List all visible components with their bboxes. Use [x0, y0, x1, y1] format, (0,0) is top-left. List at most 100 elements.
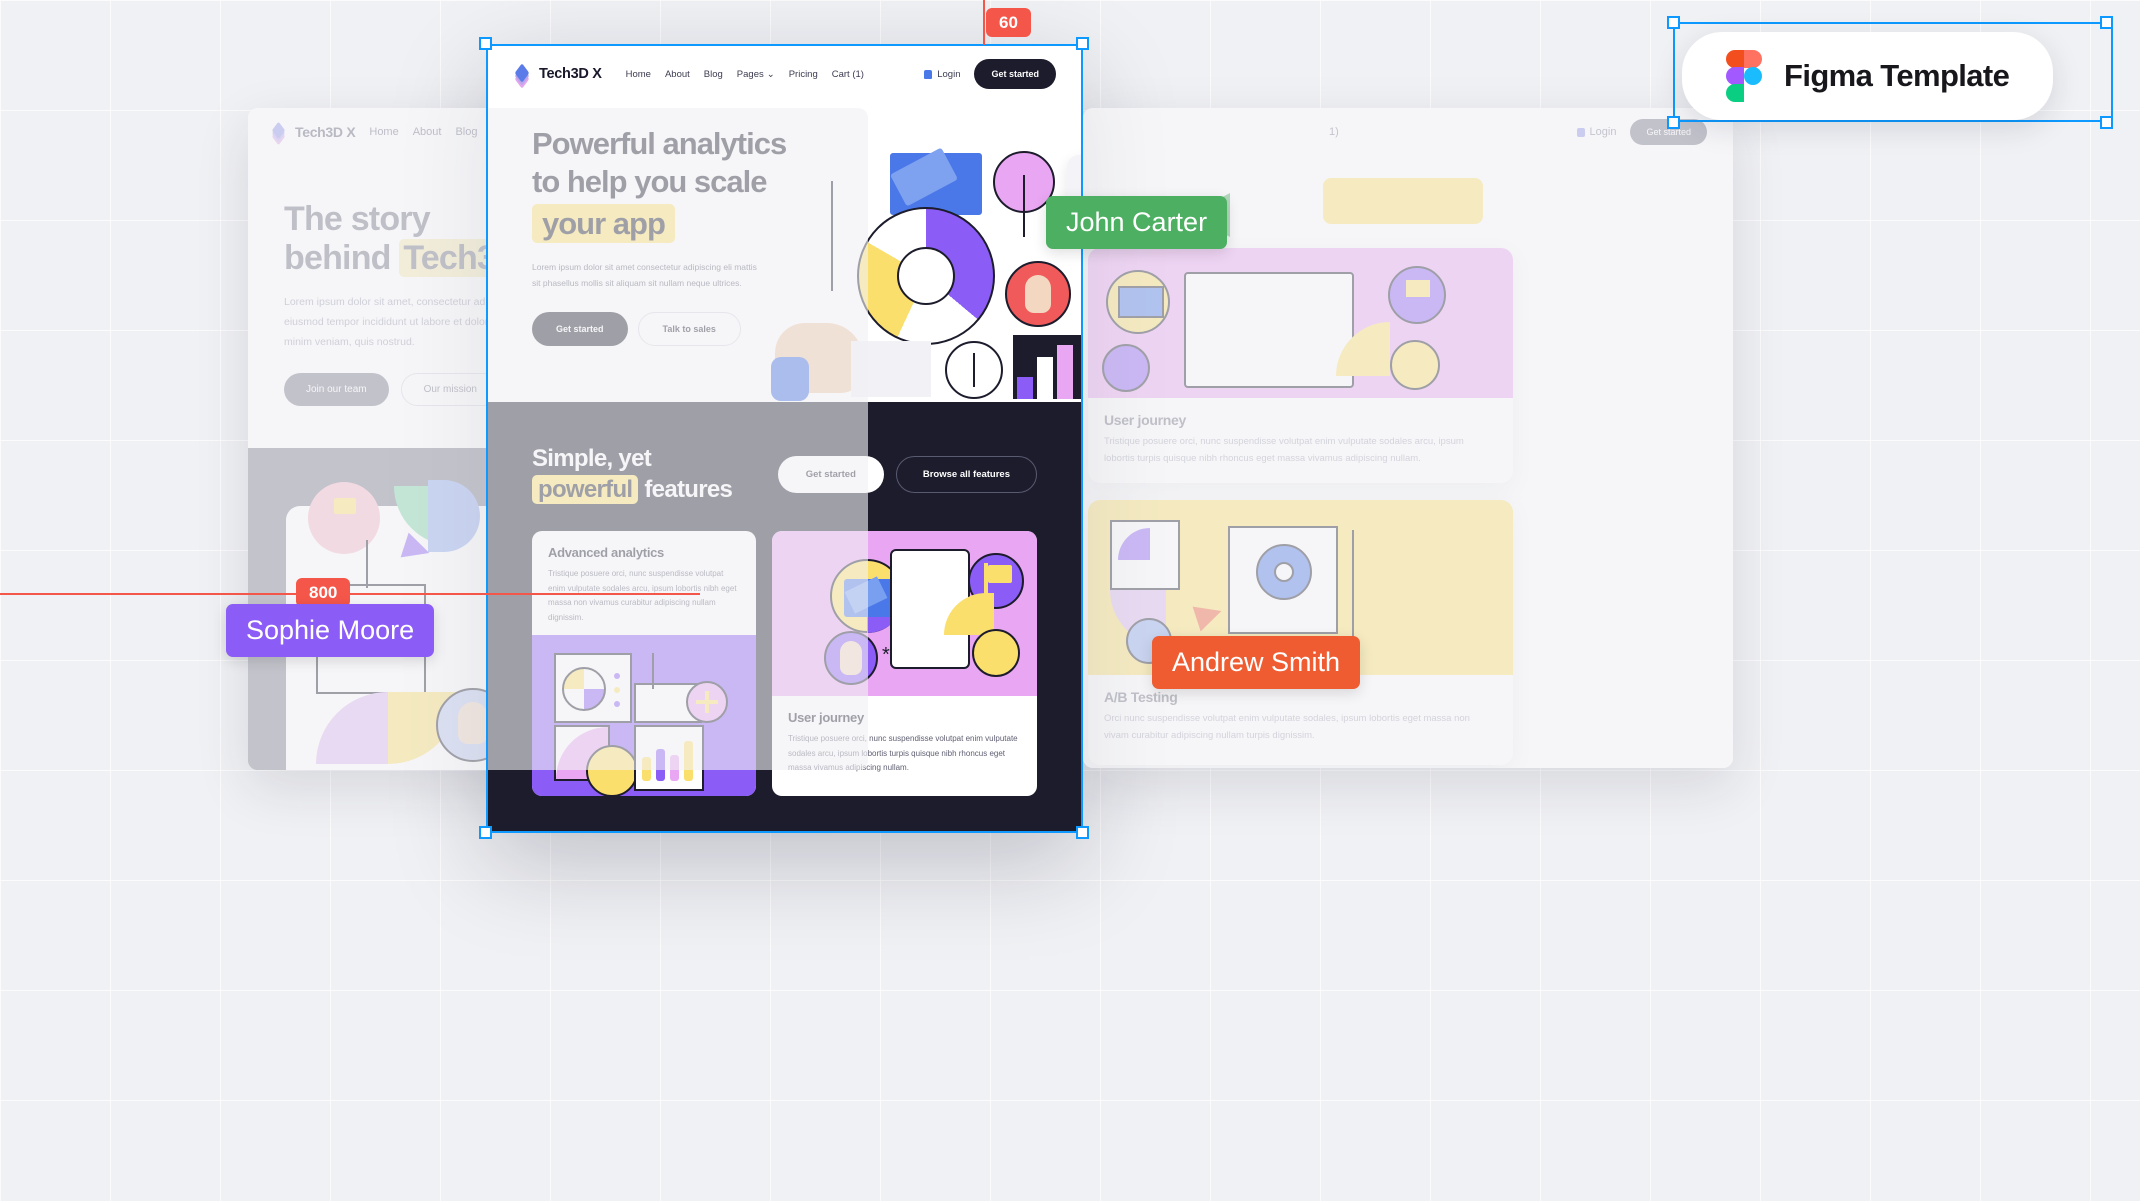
- features-heading-line1: Simple, yet: [532, 445, 652, 472]
- left-nav-home[interactable]: Home: [369, 126, 398, 138]
- selection-handle-top-left[interactable]: [479, 37, 492, 50]
- user-journey-illustration: [1088, 248, 1513, 398]
- hero-paragraph: Lorem ipsum dolor sit amet consectetur a…: [532, 262, 757, 289]
- stacked-diamond-logo-icon: [513, 63, 531, 89]
- nav-item-blog[interactable]: Blog: [704, 69, 723, 80]
- collaborator-tag-john-carter[interactable]: John Carter: [1046, 196, 1228, 250]
- bar-yellow-1: [642, 757, 651, 781]
- plus-icon-bar-v: [705, 691, 709, 713]
- browse-all-features-button[interactable]: Browse all features: [895, 456, 1037, 494]
- selection-handle-bottom-right[interactable]: [1076, 826, 1089, 839]
- document-shape: [851, 341, 931, 397]
- donut-hole-shape: [897, 247, 955, 305]
- yellow-flag-icon: [1406, 280, 1430, 297]
- feature-card-text-2: Tristique posuere orci, nunc suspendisse…: [788, 734, 1018, 773]
- figma-logo-icon: [1726, 50, 1762, 102]
- features-section: Simple, yet powerful features Get starte…: [487, 402, 1082, 832]
- collaborator-tag-sophie-moore[interactable]: Sophie Moore: [226, 604, 435, 658]
- arrow-left-circle-icon: [972, 629, 1020, 678]
- arrow-up-icon: [652, 653, 654, 689]
- main-navbar: Tech3D X Home About Blog Pages ⌄ Pricing …: [487, 45, 1082, 103]
- nav-item-about[interactable]: About: [665, 69, 690, 80]
- nav-item-cart[interactable]: Cart (1): [832, 69, 864, 80]
- bar-purple: [1017, 377, 1033, 399]
- selection-handle-top-right[interactable]: [1076, 37, 1089, 50]
- gear-hub-shape: [1274, 562, 1294, 582]
- yellow-flag-icon: [334, 498, 356, 514]
- chip-handle-bottom-left[interactable]: [1667, 116, 1680, 129]
- selected-website-frame[interactable]: Tech3D X Home About Blog Pages ⌄ Pricing …: [487, 45, 1082, 832]
- features-get-started-button[interactable]: Get started: [777, 456, 884, 494]
- main-nav-links: Home About Blog Pages ⌄ Pricing Cart (1): [626, 69, 864, 80]
- feature-card-title-1: Advanced analytics: [548, 545, 664, 561]
- chip-handle-top-left[interactable]: [1667, 16, 1680, 29]
- nav-item-home[interactable]: Home: [626, 69, 651, 80]
- left-nav-about[interactable]: About: [413, 126, 442, 138]
- right-card-navbar: 1) Login Get started: [1083, 108, 1733, 156]
- hand-cuff-shape: [771, 357, 809, 401]
- right-feature-title-2: A/B Testing: [1104, 689, 1178, 705]
- hero-get-started-button[interactable]: Get started: [532, 311, 628, 346]
- zigzag-connector: [1352, 530, 1354, 640]
- chip-handle-top-right[interactable]: [2100, 16, 2113, 29]
- feature-card-user-journey[interactable]: * User journey Tristique posuere orci, n…: [772, 531, 1037, 797]
- join-our-team-button[interactable]: Join our team: [284, 372, 389, 406]
- arrow-down-icon: [1023, 175, 1025, 237]
- avatar-circle: [1102, 344, 1150, 392]
- avatar-face-shape: [840, 641, 862, 676]
- main-nav-right: Login Get started: [924, 59, 1056, 89]
- selection-handle-bottom-left[interactable]: [479, 826, 492, 839]
- legend-dot-violet: [614, 701, 620, 707]
- feature-card-title-2: User journey: [788, 710, 864, 726]
- avatar-face-shape: [458, 702, 488, 744]
- right-login-label: Login: [1589, 126, 1617, 138]
- lilac-quarter-shape: [316, 692, 388, 764]
- arrow-up-icon: [366, 540, 368, 588]
- feature-card-text-1: Tristique posuere orci, nunc suspendisse…: [548, 569, 737, 622]
- hero-talk-to-sales-button[interactable]: Talk to sales: [637, 311, 741, 346]
- navbar-get-started-button[interactable]: Get started: [974, 59, 1056, 89]
- figma-template-chip[interactable]: Figma Template: [1682, 32, 2054, 120]
- features-heading-line2: powerful features: [532, 474, 733, 506]
- right-login-link[interactable]: Login: [1576, 126, 1617, 138]
- left-hero-line2-prefix: behind: [284, 239, 400, 278]
- feature-card-body-1: Advanced analytics Tristique posuere orc…: [532, 531, 756, 635]
- legend-dot-yellow: [614, 687, 620, 693]
- right-feature-title-1: User journey: [1104, 412, 1186, 428]
- figma-canvas[interactable]: Tech3D X Home About Blog Pages ⌄ Pricing…: [0, 0, 2140, 1201]
- nav-item-pages[interactable]: Pages ⌄: [737, 69, 775, 80]
- right-feature-body-1: User journey Tristique posuere orci, nun…: [1088, 398, 1513, 481]
- login-link[interactable]: Login: [924, 69, 960, 80]
- collaborator-tag-andrew-smith[interactable]: Andrew Smith: [1152, 636, 1361, 690]
- lock-icon: [924, 69, 933, 79]
- features-heading-tail: features: [638, 475, 733, 503]
- features-buttons: Get started Browse all features: [777, 456, 1037, 494]
- feature-card-advanced-analytics[interactable]: Advanced analytics Tristique posuere orc…: [532, 531, 756, 797]
- analytics-illustration: [532, 635, 756, 797]
- right-feature-text-1: Tristique posuere orci, nunc suspendisse…: [1104, 436, 1464, 464]
- left-nav-blog[interactable]: Blog: [455, 126, 477, 138]
- right-nav-right: Login Get started: [1576, 119, 1707, 145]
- hero-illustration: [771, 145, 1082, 445]
- right-feature-card-user-journey[interactable]: User journey Tristique posuere orci, nun…: [1088, 248, 1513, 483]
- pink-circle-shape: [308, 482, 380, 554]
- nav-item-pricing[interactable]: Pricing: [789, 69, 818, 80]
- hero-heading-highlight: your app: [532, 203, 675, 243]
- features-heading-highlight: powerful: [532, 474, 639, 504]
- flag-pole-shape: [984, 563, 988, 598]
- arrow-up-stem: [973, 353, 975, 387]
- red-cursor-icon: [1192, 598, 1226, 632]
- asterisk-icon: *: [882, 644, 890, 667]
- figma-chip-label: Figma Template: [1784, 58, 2010, 93]
- stacked-diamond-logo-icon: [270, 121, 287, 145]
- main-brand[interactable]: Tech3D X: [513, 63, 602, 89]
- avatar-face-shape: [1025, 275, 1051, 313]
- our-mission-button[interactable]: Our mission: [400, 372, 500, 406]
- arrow-left-circle-icon: [1390, 340, 1440, 390]
- left-brand-name: Tech3D X: [295, 124, 356, 140]
- chip-handle-bottom-right[interactable]: [2100, 116, 2113, 129]
- right-nav-cart[interactable]: 1): [1329, 126, 1339, 138]
- right-feature-card-ab-testing[interactable]: A/B Testing Orci nunc suspendisse volutp…: [1088, 500, 1513, 765]
- nav-item-pages-label: Pages: [736, 68, 764, 80]
- user-journey-illustration: *: [772, 531, 1037, 697]
